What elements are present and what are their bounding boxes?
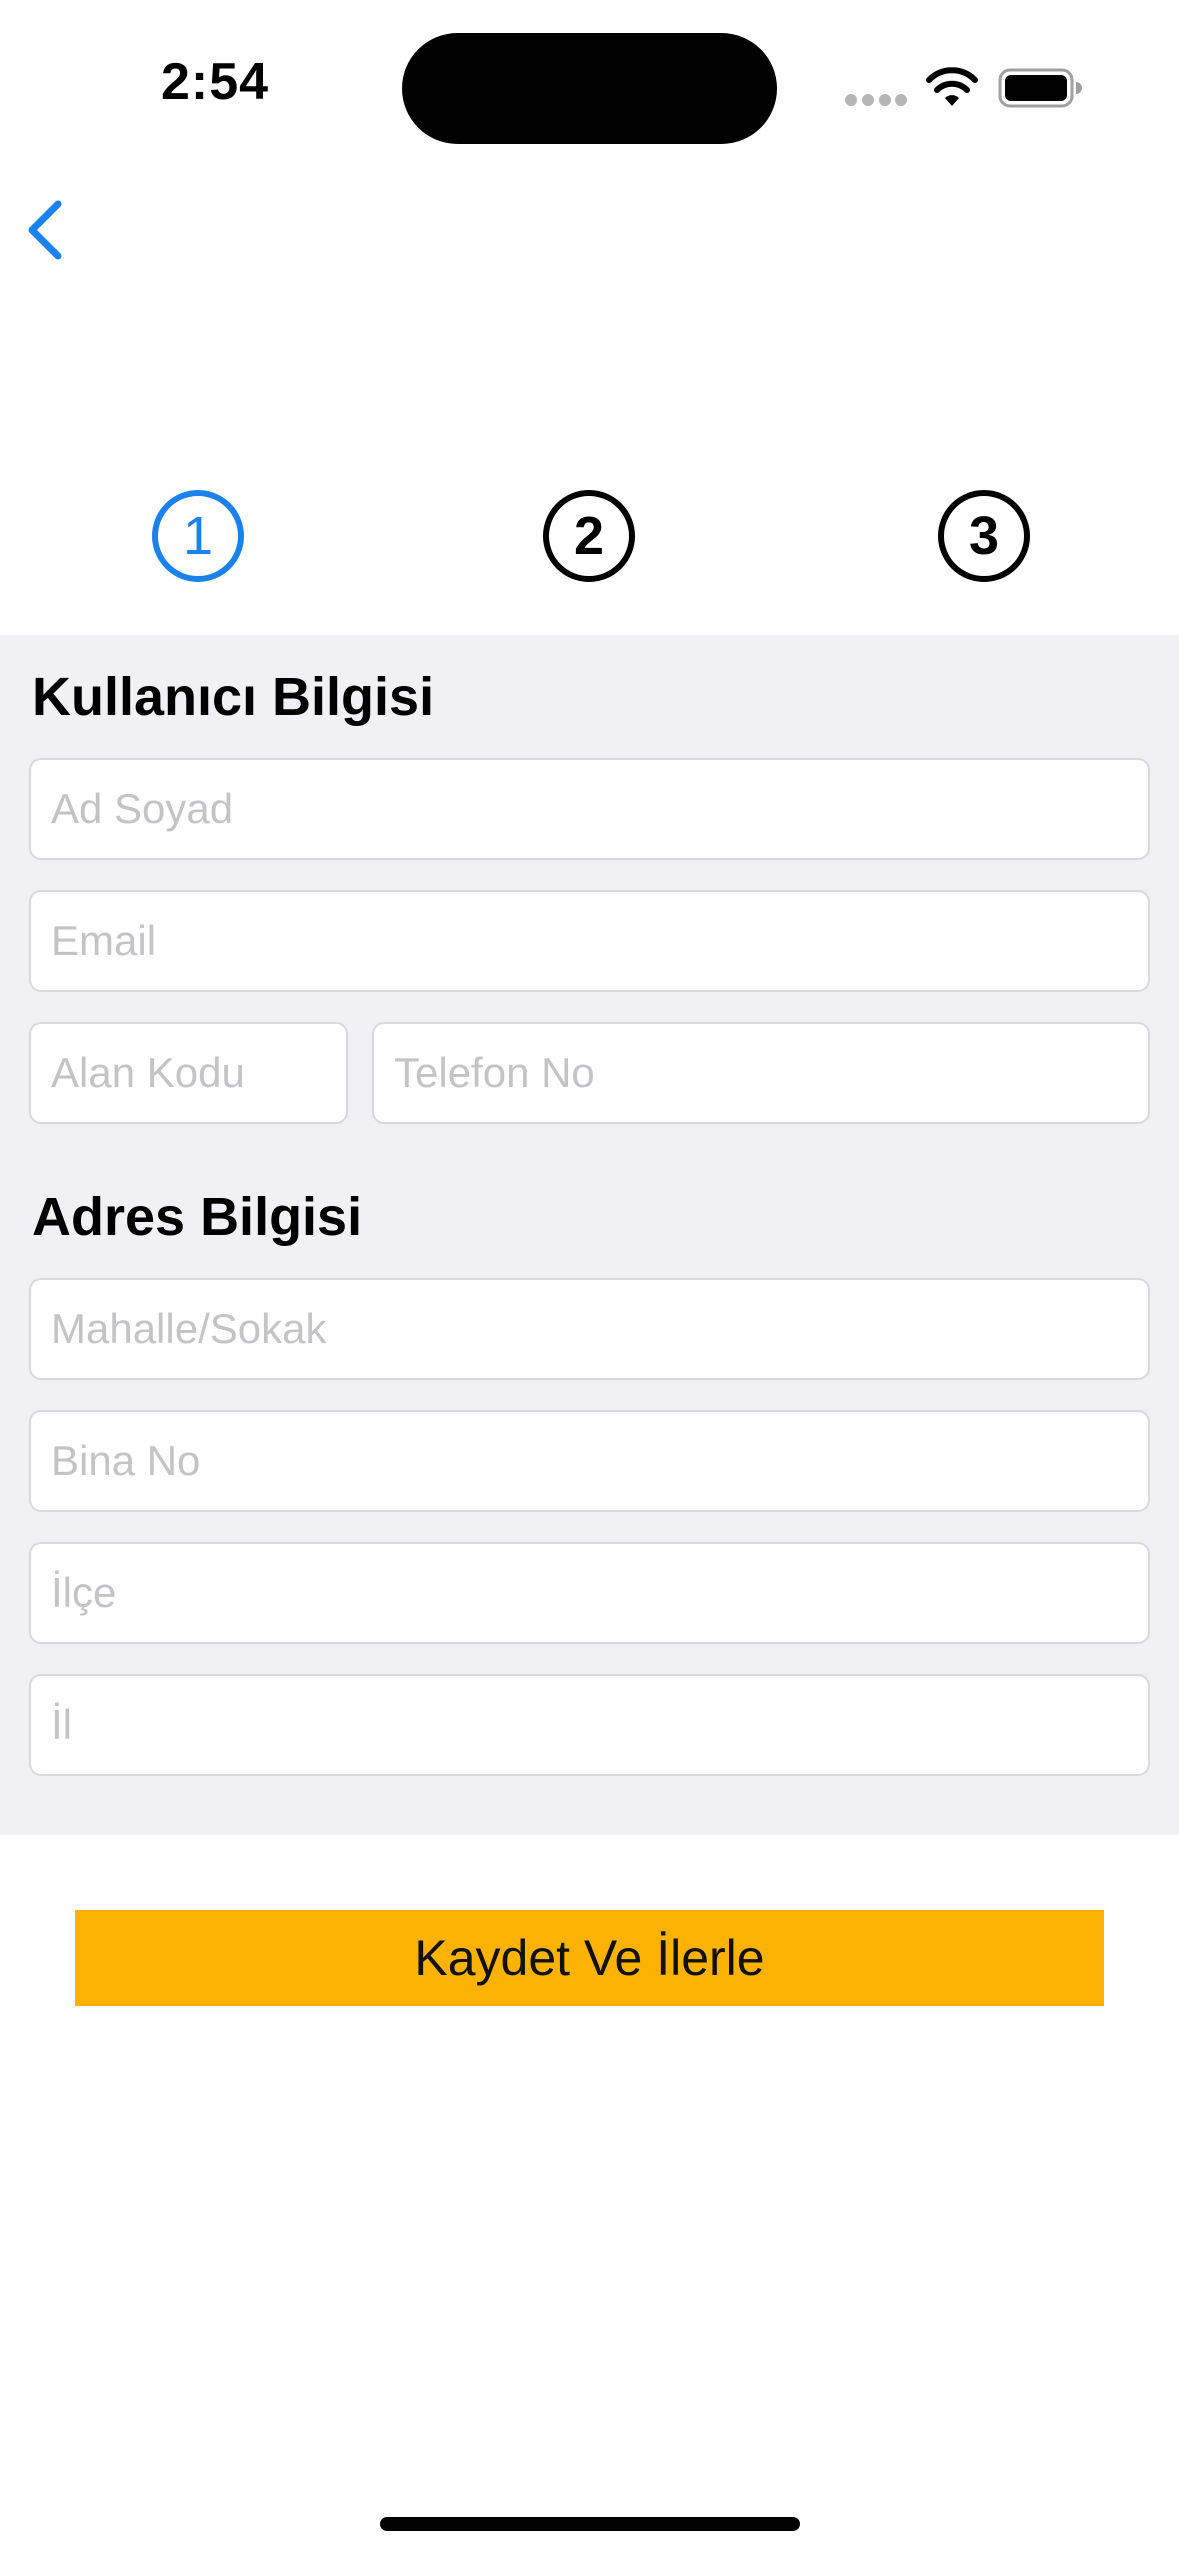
status-bar: 2:54 — [0, 0, 1179, 170]
status-time: 2:54 — [160, 53, 270, 111]
wifi-icon — [926, 67, 978, 106]
user-info-title: Kullanıcı Bilgisi — [32, 667, 435, 727]
battery-icon — [998, 68, 1082, 108]
form-area: Kullanıcı Bilgisi Adres Bilgisi — [0, 635, 1179, 1835]
address-info-title: Adres Bilgisi — [32, 1187, 363, 1247]
area-code-field[interactable] — [29, 1022, 348, 1124]
step-1[interactable]: 1 — [152, 490, 244, 582]
save-and-continue-button[interactable]: Kaydet Ve İlerle — [75, 1910, 1104, 2006]
chevron-left-icon[interactable] — [18, 190, 98, 270]
dynamic-island — [402, 33, 777, 144]
building-number-field[interactable] — [29, 1410, 1150, 1512]
street-field[interactable] — [29, 1278, 1150, 1380]
signal-icon — [845, 94, 907, 106]
step-2[interactable]: 2 — [543, 490, 635, 582]
district-field[interactable] — [29, 1542, 1150, 1644]
step-3[interactable]: 3 — [938, 490, 1030, 582]
email-field[interactable] — [29, 890, 1150, 992]
phone-field[interactable] — [372, 1022, 1150, 1124]
full-name-field[interactable] — [29, 758, 1150, 860]
city-field[interactable] — [29, 1674, 1150, 1776]
home-indicator — [380, 2517, 800, 2531]
stepper: 1 2 3 — [0, 490, 1179, 590]
